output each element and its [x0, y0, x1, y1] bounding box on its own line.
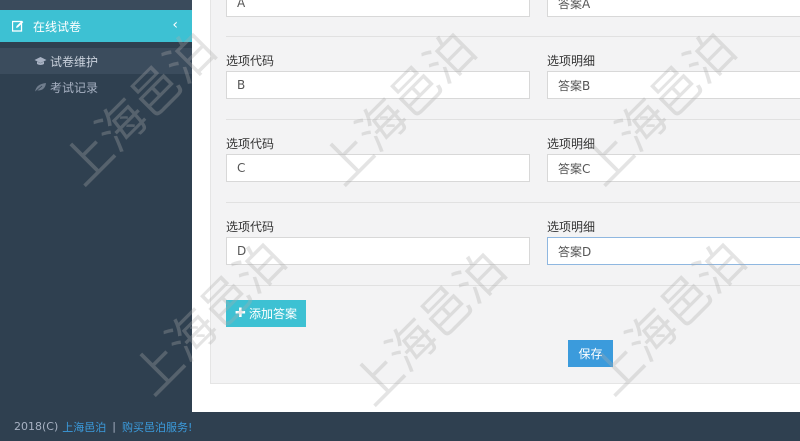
row-divider	[226, 119, 800, 120]
option-detail-label: 选项明细	[547, 54, 596, 68]
option-code-input[interactable]	[226, 71, 530, 99]
row-divider	[226, 202, 800, 203]
sidebar: 在线试卷 ‹ 试卷维护 考试记录	[0, 0, 192, 412]
main-content: 选项代码 选项明细 选项代码 选项明细 选项代码 选项明细 ✚ 添加答案 保存	[192, 0, 800, 412]
sidebar-item-exam-records[interactable]: 考试记录	[0, 74, 192, 100]
footer-company-link[interactable]: 上海邑泊	[62, 419, 106, 435]
option-code-input[interactable]	[226, 237, 530, 265]
footer-separator: |	[112, 420, 116, 433]
option-detail-label: 选项明细	[547, 220, 596, 234]
row-divider	[226, 285, 800, 286]
footer-copyright: 2018(C)	[14, 420, 59, 433]
sidebar-menu-label: 在线试卷	[33, 19, 82, 34]
collapse-chevron-icon[interactable]: ‹	[172, 17, 178, 33]
row-divider	[226, 36, 800, 37]
sidebar-item-label: 考试记录	[50, 80, 99, 95]
add-answer-label: 添加答案	[248, 307, 297, 321]
sidebar-menu-online-exam[interactable]: 在线试卷 ‹	[0, 10, 192, 42]
option-code-input[interactable]	[226, 0, 530, 17]
sidebar-item-label: 试卷维护	[50, 54, 99, 69]
save-button[interactable]: 保存	[568, 340, 613, 367]
graduation-cap-icon	[34, 56, 47, 65]
option-detail-input[interactable]	[547, 154, 800, 182]
leaf-icon	[34, 82, 46, 92]
add-answer-button[interactable]: ✚ 添加答案	[226, 300, 306, 327]
footer: 2018(C) 上海邑泊 | 购买邑泊服务!	[0, 412, 800, 441]
option-detail-label: 选项明细	[547, 137, 596, 151]
option-code-label: 选项代码	[226, 54, 275, 68]
sidebar-item-paper-maintenance[interactable]: 试卷维护	[0, 48, 192, 74]
sidebar-submenu: 试卷维护 考试记录	[0, 48, 192, 100]
edit-icon	[12, 20, 24, 32]
option-detail-input[interactable]	[547, 0, 800, 17]
option-code-label: 选项代码	[226, 220, 275, 234]
option-detail-input[interactable]	[547, 71, 800, 99]
plus-icon: ✚	[235, 306, 246, 321]
option-code-label: 选项代码	[226, 137, 275, 151]
option-code-input[interactable]	[226, 154, 530, 182]
footer-service-link[interactable]: 购买邑泊服务!	[122, 419, 192, 435]
sidebar-top-strip	[0, 0, 192, 10]
option-detail-input[interactable]	[547, 237, 800, 265]
